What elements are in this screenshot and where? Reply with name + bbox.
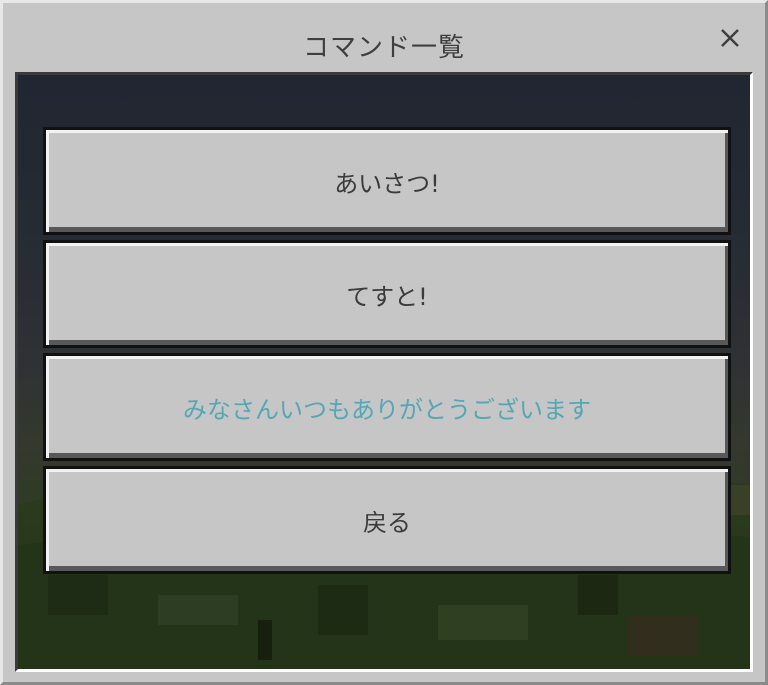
greeting-button[interactable]: あいさつ! [43, 127, 731, 235]
world-background-panel: あいさつ! てすと! みなさんいつもありがとうございます 戻る [15, 72, 753, 672]
back-button[interactable]: 戻る [43, 466, 731, 574]
thanks-button-label: みなさんいつもありがとうございます [183, 395, 591, 424]
back-button-label: 戻る [363, 508, 411, 537]
test-button-label: てすと! [346, 282, 428, 311]
close-icon [721, 29, 739, 47]
command-list-dialog: コマンド一覧 あいさつ! てすと! みなさんいつもありがとうございます 戻る [0, 0, 768, 685]
greeting-button-label: あいさつ! [334, 169, 440, 198]
dialog-title: コマンド一覧 [302, 33, 465, 63]
thanks-button[interactable]: みなさんいつもありがとうございます [43, 353, 731, 461]
close-button[interactable] [717, 25, 743, 51]
test-button[interactable]: てすと! [43, 240, 731, 348]
